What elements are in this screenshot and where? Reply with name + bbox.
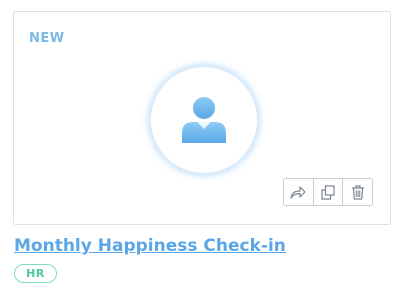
survey-title-link[interactable]: Monthly Happiness Check-in bbox=[14, 236, 286, 256]
new-badge: NEW bbox=[29, 31, 65, 46]
survey-card[interactable]: NEW bbox=[13, 11, 391, 225]
duplicate-button[interactable] bbox=[314, 179, 344, 205]
user-avatar-icon bbox=[182, 97, 226, 143]
copy-icon bbox=[321, 184, 335, 200]
category-tag[interactable]: HR bbox=[14, 264, 57, 283]
trash-icon bbox=[351, 184, 364, 200]
delete-button[interactable] bbox=[343, 179, 372, 205]
avatar bbox=[151, 67, 257, 173]
share-icon bbox=[290, 186, 306, 199]
card-actions bbox=[283, 178, 373, 206]
share-button[interactable] bbox=[284, 179, 314, 205]
